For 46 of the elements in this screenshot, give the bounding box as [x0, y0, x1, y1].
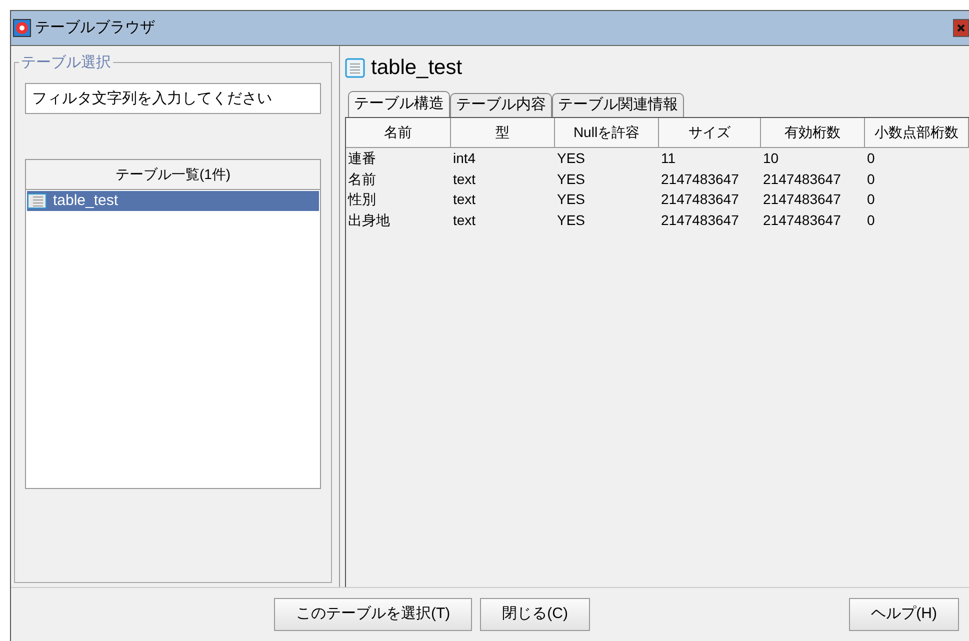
window-title: テーブルブラウザ [35, 18, 155, 38]
table-cell-text: int4 [452, 149, 477, 168]
dialog-button[interactable]: このテーブルを選択(T) [274, 598, 472, 631]
table-cell-text: YES [556, 170, 586, 188]
table-cell-text: 連番 [347, 149, 377, 168]
dialog-button[interactable]: ヘルプ(H) [849, 598, 959, 631]
column-header[interactable]: 小数点部桁数 [865, 118, 969, 148]
tab[interactable]: テーブル構造 [348, 91, 450, 117]
table-cell-text: 出身地 [347, 210, 391, 230]
close-button[interactable] [953, 19, 969, 37]
table-cell-text: YES [556, 149, 586, 168]
table-cell-text: 0 [866, 149, 876, 168]
list-item[interactable]: table_test [27, 191, 319, 211]
table-cell-text: 11 [660, 149, 677, 168]
table-cell-text: 2147483647 [762, 190, 842, 209]
table-cell-text: 2147483647 [762, 210, 842, 230]
close-icon [957, 24, 965, 32]
table-name: table_test [371, 55, 462, 82]
table-cell-text: 名前 [347, 170, 377, 188]
column-header[interactable]: 名前 [346, 118, 451, 148]
table-icon [345, 58, 365, 78]
filter-field[interactable]: フィルタ文字列を入力してください [25, 83, 321, 114]
tab[interactable]: テーブル関連情報 [552, 93, 684, 117]
table-cell-text: 0 [866, 170, 876, 188]
table-cell-text: 0 [866, 190, 876, 209]
table-cell-text: 2147483647 [660, 210, 740, 230]
table-cell-text: 2147483647 [762, 170, 842, 188]
dialog-button[interactable]: 閉じる(C) [480, 598, 590, 631]
column-header[interactable]: 型 [451, 118, 555, 148]
table-cell-text: text [452, 190, 477, 209]
table-cell-text: YES [556, 210, 586, 230]
table-cell-text: YES [556, 190, 586, 209]
table-cell-text: 2147483647 [660, 190, 740, 209]
item-label: table_test [53, 190, 118, 211]
table-cell-text: 10 [762, 149, 780, 168]
column-header[interactable]: 有効桁数 [761, 118, 865, 148]
table-cell-text: 2147483647 [660, 170, 740, 188]
column-header[interactable]: サイズ [659, 118, 761, 148]
table-cell-text: text [452, 170, 477, 188]
app-icon [13, 19, 31, 37]
table-cell-text: 性別 [346, 190, 377, 209]
table-cell-text: 0 [866, 210, 876, 230]
tab[interactable]: テーブル内容 [450, 93, 552, 117]
table-cell-text: text [452, 210, 477, 230]
list-header: テーブル一覧(1件) [26, 160, 320, 190]
column-header[interactable]: Nullを許容 [555, 118, 659, 148]
